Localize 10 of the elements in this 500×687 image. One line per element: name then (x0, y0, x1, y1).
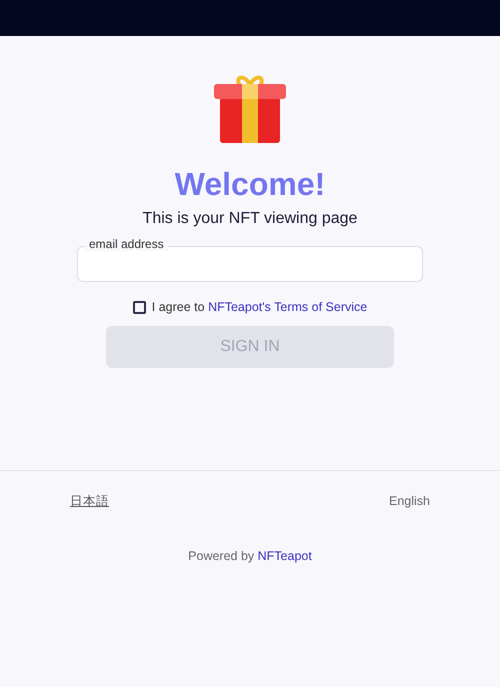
nfteapot-link[interactable]: NFTeapot (258, 548, 312, 562)
terms-link[interactable]: NFTeapot's Terms of Service (208, 300, 368, 314)
language-link[interactable]: 日本語 (70, 492, 109, 510)
terms-text: I agree to NFTeapot's Terms of Service (152, 299, 368, 316)
welcome-heading: Welcome! (174, 165, 326, 204)
language-link[interactable]: English (389, 492, 430, 510)
terms-checkbox[interactable] (132, 300, 146, 314)
powered-by-text: Powered by NFTeapot (187, 548, 313, 565)
field-label: email address (85, 237, 168, 251)
subtitle: This is your NFT viewing page (142, 209, 358, 229)
